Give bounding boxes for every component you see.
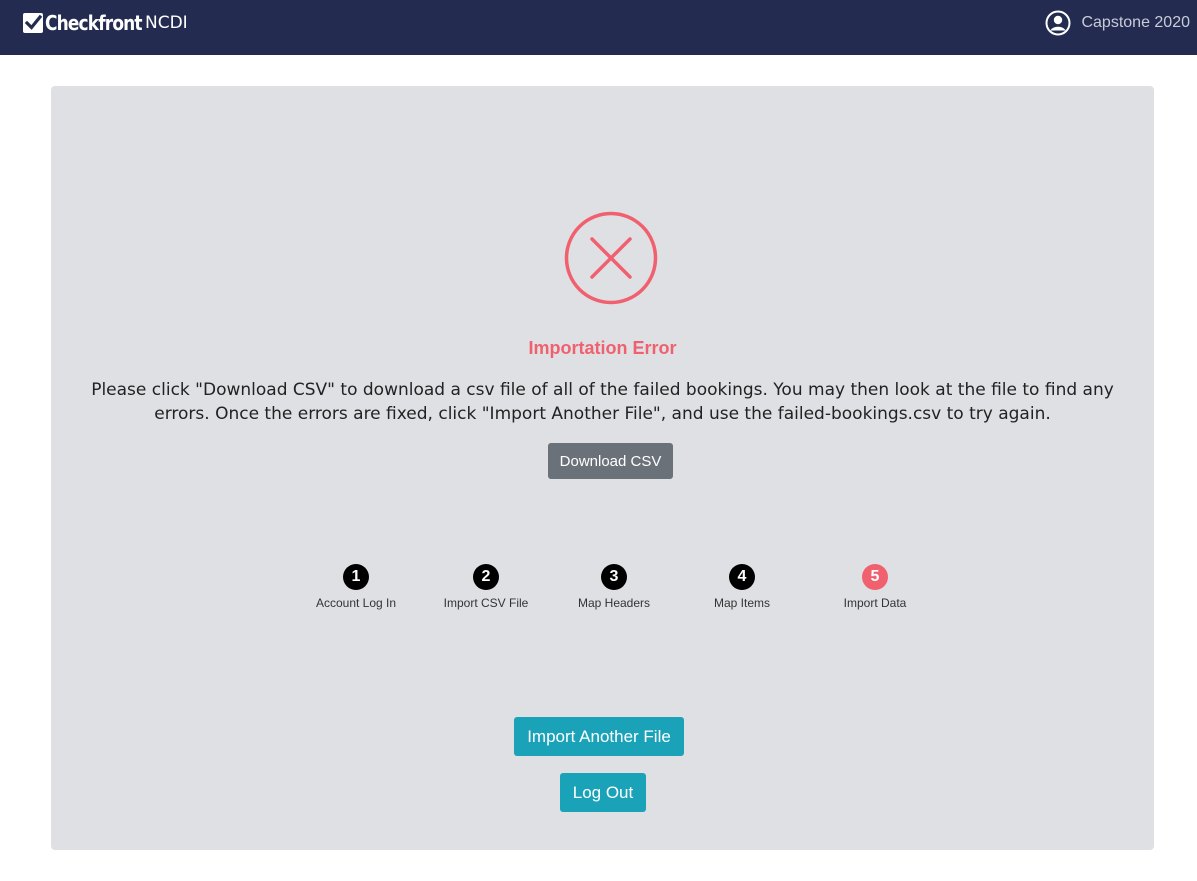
- error-message: Please click "Download CSV" to download …: [91, 380, 1114, 424]
- brand-logo[interactable]: Checkfront NCDI: [23, 10, 188, 36]
- step-number: 5: [862, 564, 888, 590]
- user-menu[interactable]: Capstone 2020: [1045, 10, 1190, 36]
- progress-steps: 1 Account Log In 2 Import CSV File 3 Map…: [291, 564, 931, 624]
- step-number: 1: [343, 564, 369, 590]
- step-account-log-in: 1 Account Log In: [291, 564, 421, 610]
- download-csv-button[interactable]: Download CSV: [548, 443, 673, 479]
- user-circle-icon: [1045, 10, 1071, 36]
- step-number: 4: [729, 564, 755, 590]
- top-navbar: Checkfront NCDI Capstone 2020: [0, 0, 1197, 55]
- step-label: Map Items: [713, 596, 770, 610]
- user-name: Capstone 2020: [1081, 14, 1190, 31]
- step-label: Account Log In: [315, 596, 397, 610]
- step-map-headers: 3 Map Headers: [549, 564, 679, 610]
- brand-sub: NCDI: [145, 13, 188, 33]
- step-label: Import Data: [843, 596, 907, 610]
- step-number: 2: [473, 564, 499, 590]
- error-x-circle-icon: [564, 211, 658, 305]
- step-import-csv-file: 2 Import CSV File: [421, 564, 551, 610]
- step-import-data: 5 Import Data: [810, 564, 940, 610]
- step-map-items: 4 Map Items: [677, 564, 807, 610]
- step-label: Import CSV File: [443, 596, 529, 610]
- brand-name: Checkfront: [45, 11, 143, 35]
- log-out-button[interactable]: Log Out: [560, 773, 646, 812]
- import-result-panel: Importation Error Please click "Download…: [51, 86, 1154, 850]
- import-another-file-button[interactable]: Import Another File: [514, 717, 684, 756]
- step-label: Map Headers: [577, 596, 651, 610]
- checkbox-icon: [23, 13, 43, 33]
- step-number: 3: [601, 564, 627, 590]
- error-title: Importation Error: [528, 338, 677, 358]
